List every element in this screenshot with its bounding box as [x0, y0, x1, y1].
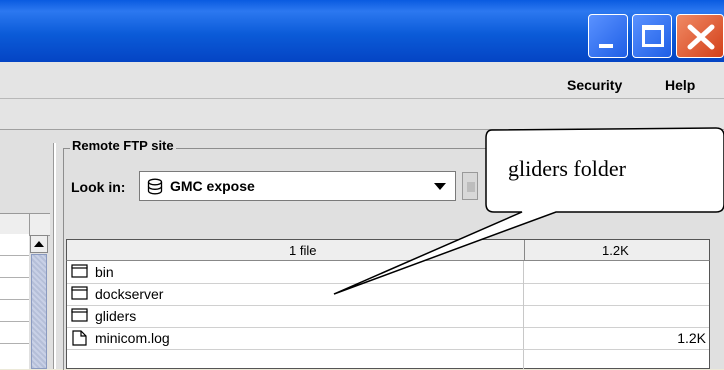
close-button[interactable]	[676, 14, 724, 58]
callout-text: gliders folder	[508, 156, 626, 181]
table-row-line	[0, 255, 29, 256]
column-divider	[523, 305, 524, 327]
maximize-button[interactable]	[632, 14, 672, 58]
column-divider	[523, 283, 524, 305]
column-divider[interactable]	[29, 214, 30, 235]
menu-bar: Security Help	[0, 62, 724, 99]
minimize-button[interactable]	[588, 14, 628, 58]
table-row[interactable]: minicom.log 1.2K	[67, 327, 709, 350]
dropdown-arrow-icon	[434, 183, 446, 190]
folder-icon	[71, 308, 88, 322]
maximize-icon	[642, 25, 664, 47]
file-name: dockserver	[95, 286, 164, 302]
table-row-line	[0, 299, 29, 300]
file-size: 1.2K	[677, 330, 706, 346]
header-size[interactable]: 1.2K	[602, 243, 629, 258]
remote-ftp-title: Remote FTP site	[70, 138, 176, 153]
menu-help[interactable]: Help	[665, 77, 695, 93]
file-icon	[72, 330, 87, 346]
remote-table-header: 1 file 1.2K	[66, 239, 710, 261]
button-icon	[467, 182, 475, 192]
toolbar	[0, 99, 724, 130]
table-row[interactable]: gliders	[67, 305, 709, 328]
local-file-list[interactable]	[0, 234, 29, 369]
table-row-line	[0, 343, 29, 344]
panel-divider[interactable]	[53, 143, 56, 369]
toolbar-button[interactable]	[462, 172, 478, 200]
folder-icon	[71, 264, 88, 278]
folder-icon	[71, 286, 88, 300]
minimize-icon	[599, 44, 613, 48]
look-in-dropdown[interactable]: GMC expose	[139, 171, 456, 201]
window-titlebar	[0, 0, 724, 62]
look-in-label: Look in:	[71, 179, 126, 195]
table-row[interactable]: bin	[67, 261, 709, 284]
look-in-value: GMC expose	[170, 178, 255, 194]
header-file-count[interactable]: 1 file	[289, 243, 316, 258]
local-table-header	[0, 213, 50, 236]
file-name: gliders	[95, 308, 137, 324]
column-divider[interactable]	[524, 240, 525, 261]
file-name: bin	[95, 264, 114, 280]
file-name: minicom.log	[95, 330, 170, 346]
scrollbar-thumb[interactable]	[31, 254, 47, 369]
close-icon	[687, 24, 715, 50]
table-row-line	[0, 277, 29, 278]
arrow-up-icon	[34, 241, 44, 247]
scroll-up-button[interactable]	[30, 235, 48, 253]
column-divider	[523, 261, 524, 283]
column-divider	[523, 327, 524, 349]
table-row[interactable]: dockserver	[67, 283, 709, 306]
menu-security[interactable]: Security	[567, 77, 622, 93]
database-icon	[147, 178, 163, 195]
table-row-line	[0, 321, 29, 322]
